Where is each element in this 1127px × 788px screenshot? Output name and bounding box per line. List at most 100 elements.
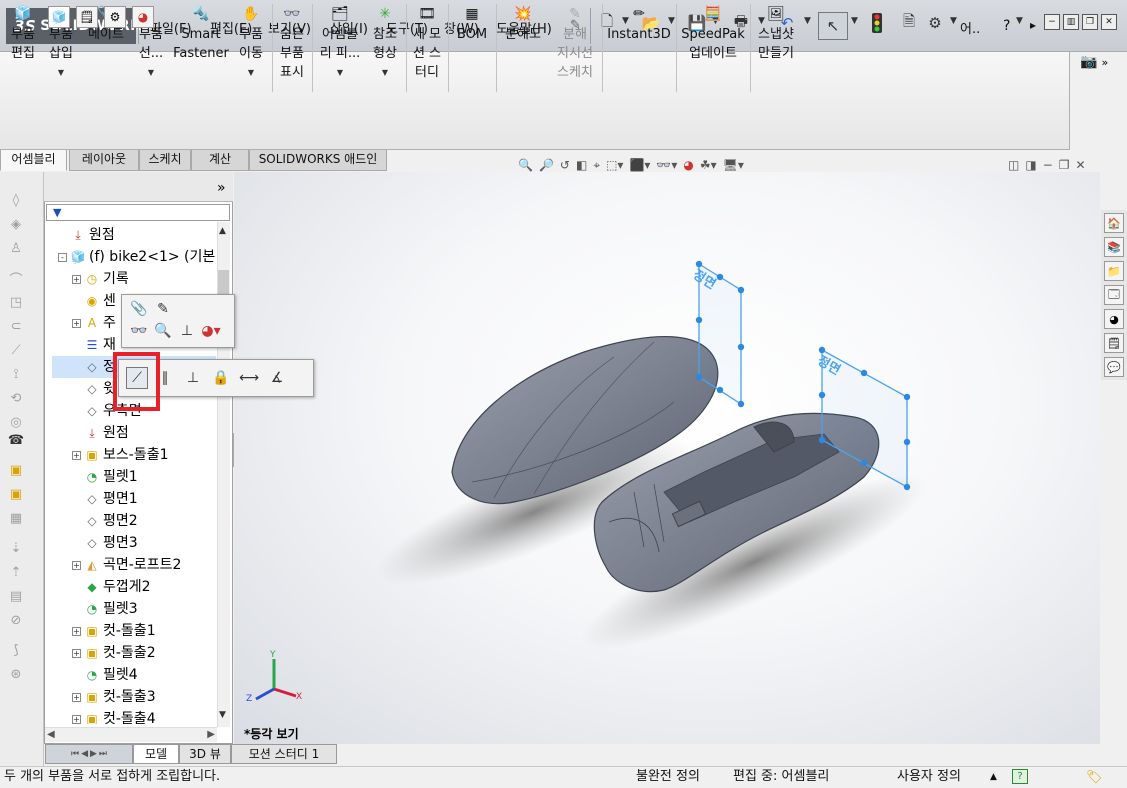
feature-manager-tab-icon[interactable]: 🧊: [48, 6, 70, 28]
zoom-to-selection-icon[interactable]: 🔍: [152, 320, 174, 342]
options-gear-icon[interactable]: ⚙: [924, 12, 946, 34]
prev-tab-icon[interactable]: ◀: [81, 749, 88, 759]
strip-tool-icon[interactable]: ▣: [6, 484, 26, 504]
units-dropdown-icon[interactable]: ▲: [990, 767, 997, 787]
strip-tool-icon[interactable]: ⟟: [6, 364, 26, 384]
tab-assembly[interactable]: 어셈블리: [0, 150, 67, 171]
edit-component-button[interactable]: 🧊 부품 편집: [6, 4, 40, 63]
tree-item[interactable]: ⤓ 원점: [52, 422, 216, 444]
select-dropdown-icon[interactable]: ▼: [851, 16, 858, 26]
tree-item[interactable]: ◆ 두껍게2: [52, 576, 216, 598]
tree-item[interactable]: + ◷ 기록: [52, 268, 216, 290]
scroll-down-icon[interactable]: ▼: [219, 710, 226, 720]
strip-tool-icon[interactable]: ◳: [6, 292, 26, 312]
help-dropdown-icon[interactable]: ▼: [1016, 16, 1023, 26]
configuration-manager-tab-icon[interactable]: ⚙: [104, 6, 126, 28]
appearance-icon[interactable]: ◕▾: [200, 320, 222, 342]
reference-geometry-button[interactable]: ✳ 참조 형상 ▼: [368, 4, 402, 82]
tab-layout[interactable]: 레이아웃: [69, 150, 139, 171]
display-manager-tab-icon[interactable]: ◕: [132, 6, 154, 28]
strip-tool-icon[interactable]: ⇡: [6, 562, 26, 582]
custom-properties-icon[interactable]: 🗒: [1104, 333, 1124, 353]
edit-part-icon[interactable]: ✎: [152, 298, 174, 320]
expand-icon[interactable]: +: [72, 318, 81, 328]
expand-icon[interactable]: +: [72, 626, 81, 636]
strip-tool-icon[interactable]: ⊛: [6, 664, 26, 684]
help-icon[interactable]: ?: [1003, 18, 1010, 34]
collapse-icon[interactable]: -: [58, 252, 67, 262]
viewport-split-icon[interactable]: ◫: [1008, 158, 1019, 172]
move-component-button[interactable]: ✋ 부품 이동 ▼: [234, 4, 268, 82]
last-tab-icon[interactable]: ⏭: [99, 749, 107, 759]
tree-item[interactable]: ◇ 평면1: [52, 488, 216, 510]
property-manager-tab-icon[interactable]: 🗒: [76, 6, 98, 28]
scroll-up-icon[interactable]: ▲: [219, 226, 226, 236]
tab-motion-study[interactable]: 모션 스터디 1: [231, 744, 337, 764]
strip-tool-icon[interactable]: ◈: [6, 214, 26, 234]
tree-filter-field[interactable]: ▼: [46, 204, 230, 221]
lock-mate-icon[interactable]: 🔒: [210, 367, 232, 389]
strip-tool-icon[interactable]: ▣: [6, 460, 26, 480]
tree-item[interactable]: + ▣ 컷-돌출2: [52, 642, 216, 664]
scroll-right-icon[interactable]: ▶: [207, 729, 215, 740]
quick-tips-icon[interactable]: ?: [1012, 769, 1028, 784]
undo-dropdown-icon[interactable]: ▼: [804, 16, 811, 26]
tab-solidworks-addins[interactable]: SOLIDWORKS 애드인: [249, 150, 387, 171]
solidworks-forum-icon[interactable]: 💬: [1104, 357, 1124, 377]
take-snapshot-button[interactable]: 🖼 스냅샷 만들기: [754, 4, 798, 63]
strip-tool-icon[interactable]: ☎: [6, 430, 26, 450]
appearances-scenes-icon[interactable]: ◕: [1104, 309, 1124, 329]
tree-item[interactable]: ◇ 우측면: [52, 400, 216, 422]
viewport-minimize-icon[interactable]: −: [1043, 158, 1053, 172]
minimize-button[interactable]: −: [1044, 14, 1060, 30]
viewport-restore-icon[interactable]: ❐: [1059, 158, 1070, 172]
graphics-area[interactable]: 정면 정면 Y X Z *등각 보기: [234, 172, 1100, 744]
camera-icon[interactable]: 📷: [1080, 54, 1097, 70]
tree-item[interactable]: ◇ 평면3: [52, 532, 216, 554]
bom-button[interactable]: ▦ BOM: [452, 4, 492, 44]
strip-tool-icon[interactable]: ⇣: [6, 538, 26, 558]
strip-tool-icon[interactable]: ▦: [6, 508, 26, 528]
design-library-icon[interactable]: 📚: [1104, 237, 1124, 257]
expand-icon[interactable]: +: [72, 692, 81, 702]
tree-item[interactable]: + ▣ 컷-돌출4: [52, 708, 216, 724]
rebuild-traffic-light-icon[interactable]: [866, 12, 888, 34]
exploded-view-button[interactable]: 💥 분해도: [500, 4, 546, 44]
assembly-features-dropdown-icon[interactable]: ▼: [337, 63, 343, 82]
tree-item[interactable]: + ▣ 컷-돌출3: [52, 686, 216, 708]
reference-geometry-dropdown-icon[interactable]: ▼: [382, 63, 388, 82]
angle-mate-icon[interactable]: ∡: [266, 367, 288, 389]
new-motion-study-button[interactable]: 🎞 새 모 션 스 터디: [410, 4, 444, 82]
normal-to-icon[interactable]: ⊥: [176, 320, 198, 342]
tree-item[interactable]: + ▣ 보스-돌출1: [52, 444, 216, 466]
options-dropdown-icon[interactable]: ▼: [950, 16, 957, 26]
first-tab-icon[interactable]: ⏮: [71, 749, 79, 759]
strip-tool-icon[interactable]: ▤: [6, 586, 26, 606]
file-explorer-icon[interactable]: 📁: [1104, 261, 1124, 281]
strip-tool-icon[interactable]: ⟲: [6, 388, 26, 408]
tab-3d-view[interactable]: 3D 뷰: [179, 744, 231, 764]
close-button[interactable]: ✕: [1101, 14, 1117, 30]
tree-item[interactable]: - 🧊 (f) bike2<1> (기본-: [52, 246, 216, 268]
select-arrow-icon[interactable]: ↖: [818, 12, 848, 40]
tree-item[interactable]: ⤓ 원점: [52, 224, 216, 246]
tree-item[interactable]: ◇ 평면2: [52, 510, 216, 532]
instant3d-button[interactable]: ✏ Instant3D: [606, 4, 672, 44]
distance-mate-icon[interactable]: ⟷: [238, 367, 260, 389]
strip-tool-icon[interactable]: ⊂: [6, 316, 26, 336]
search-commands-field[interactable]: 어..: [960, 18, 980, 37]
smart-fastener-button[interactable]: 🔩 Smart Fastener: [172, 4, 230, 63]
strip-tool-icon[interactable]: ◎: [6, 412, 26, 432]
expand-icon[interactable]: +: [72, 274, 81, 284]
expand-icon[interactable]: +: [72, 648, 81, 658]
tile-button[interactable]: ▥: [1063, 14, 1079, 30]
strip-tool-icon[interactable]: ◊: [6, 190, 26, 210]
strip-tool-icon[interactable]: ⌒: [6, 268, 26, 288]
viewport-split2-icon[interactable]: ◨: [1025, 158, 1036, 172]
tree-item[interactable]: ◔ 필렛3: [52, 598, 216, 620]
speedpak-update-button[interactable]: 🧮 SpeedPak 업데이트: [680, 4, 746, 63]
tree-item[interactable]: + ◭ 곡면-로프트2: [52, 554, 216, 576]
file-properties-icon[interactable]: 🗎: [898, 12, 920, 34]
perpendicular-mate-icon[interactable]: ⊥: [182, 367, 204, 389]
mate-icon[interactable]: 📎: [128, 298, 150, 320]
